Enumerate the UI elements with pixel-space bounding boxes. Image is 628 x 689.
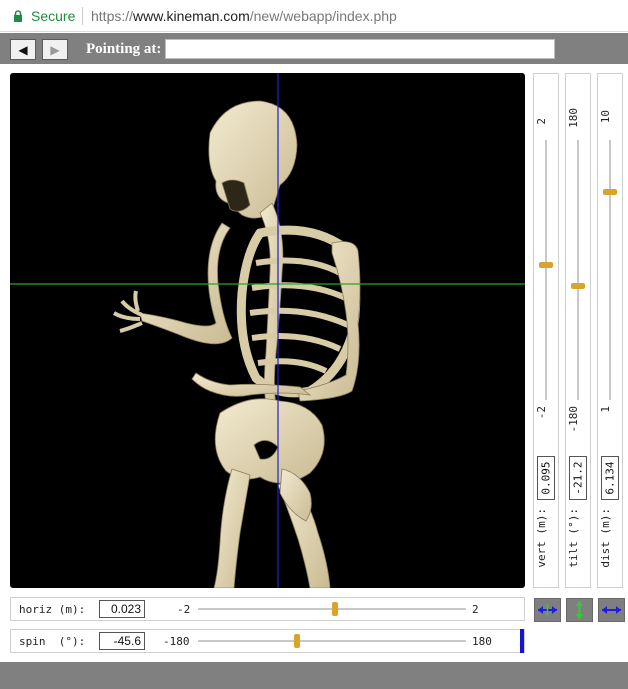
spin-value-field[interactable]: -45.6 (99, 632, 145, 650)
address-bar[interactable]: Secure https://www.kineman.com/new/webap… (0, 0, 628, 32)
dist-max-label: 10 (599, 110, 612, 124)
pointing-at-field[interactable] (165, 39, 555, 59)
vert-value-field[interactable]: 0.095 (537, 456, 555, 500)
spin-slider-track[interactable] (198, 640, 466, 642)
forward-button[interactable]: ▶ (42, 39, 68, 60)
horiz-value-field[interactable]: 0.023 (99, 600, 145, 618)
spin-slider-panel: spin (°): -45.6 -180 180 (10, 629, 525, 653)
address-divider (82, 7, 83, 25)
spin-label: spin (°): (19, 635, 86, 648)
dist-label: dist (m): (599, 508, 612, 568)
horiz-max-label: 2 (472, 603, 479, 616)
depth-move-button[interactable] (598, 598, 625, 622)
toolbar: ◀ ▶ Pointing at: (0, 33, 628, 64)
dist-value-field[interactable]: 6.134 (601, 456, 619, 500)
horiz-slider-thumb[interactable] (331, 602, 338, 616)
dist-min-label: 1 (599, 406, 612, 413)
spin-slider-thumb[interactable] (294, 634, 301, 648)
vert-slider-track[interactable] (545, 140, 547, 400)
tilt-slider-thumb[interactable] (571, 282, 585, 289)
tilt-value-field[interactable]: -21.2 (569, 456, 587, 500)
lock-icon (14, 10, 22, 22)
back-arrow-icon: ◀ (18, 42, 28, 57)
tilt-label: tilt (°): (567, 508, 580, 568)
tilt-value: -21.2 (571, 461, 585, 495)
url-text[interactable]: https://www.kineman.com/new/webapp/index… (91, 8, 397, 24)
secure-label: Secure (31, 8, 76, 24)
horiz-slider-panel: horiz (m): 0.023 -2 2 (10, 597, 525, 621)
3d-viewport[interactable] (10, 73, 525, 588)
spin-active-indicator (520, 629, 524, 653)
vert-slider-panel: 2 -2 0.095 vert (m): (533, 73, 559, 588)
tilt-slider-panel: 180 -180 -21.2 tilt (°): (565, 73, 591, 588)
vert-max-label: 2 (535, 118, 548, 125)
url-path: /new/webapp/index.php (249, 8, 397, 24)
spin-min-label: -180 (163, 635, 190, 648)
dist-slider-panel: 10 1 6.134 dist (m): (597, 73, 623, 588)
status-bar (0, 662, 628, 689)
url-host: www.kineman.com (133, 8, 250, 24)
vertical-move-button[interactable] (566, 598, 593, 622)
horiz-label: horiz (m): (19, 603, 86, 616)
vert-min-label: -2 (535, 406, 548, 420)
dist-value: 6.134 (603, 461, 617, 495)
back-button[interactable]: ◀ (10, 39, 36, 60)
depth-arrows-icon (602, 606, 621, 614)
skeleton-model (112, 100, 361, 588)
vert-slider-thumb[interactable] (539, 261, 553, 268)
tilt-max-label: 180 (567, 108, 580, 128)
url-prefix: https:// (91, 8, 134, 24)
spin-max-label: 180 (472, 635, 492, 648)
skeleton-scene (10, 73, 525, 588)
horiz-min-label: -2 (177, 603, 191, 616)
horizontal-arrows-icon (538, 604, 557, 616)
forward-arrow-icon: ▶ (50, 42, 60, 57)
dist-slider-track[interactable] (609, 140, 611, 400)
pointing-at-label: Pointing at: (86, 41, 162, 57)
tilt-slider-track[interactable] (577, 140, 579, 400)
vert-value: 0.095 (539, 461, 553, 495)
tilt-min-label: -180 (567, 406, 580, 433)
vertical-arrows-icon (576, 601, 583, 619)
vert-label: vert (m): (535, 508, 548, 568)
dist-slider-thumb[interactable] (603, 189, 617, 195)
horizontal-move-button[interactable] (534, 598, 561, 622)
